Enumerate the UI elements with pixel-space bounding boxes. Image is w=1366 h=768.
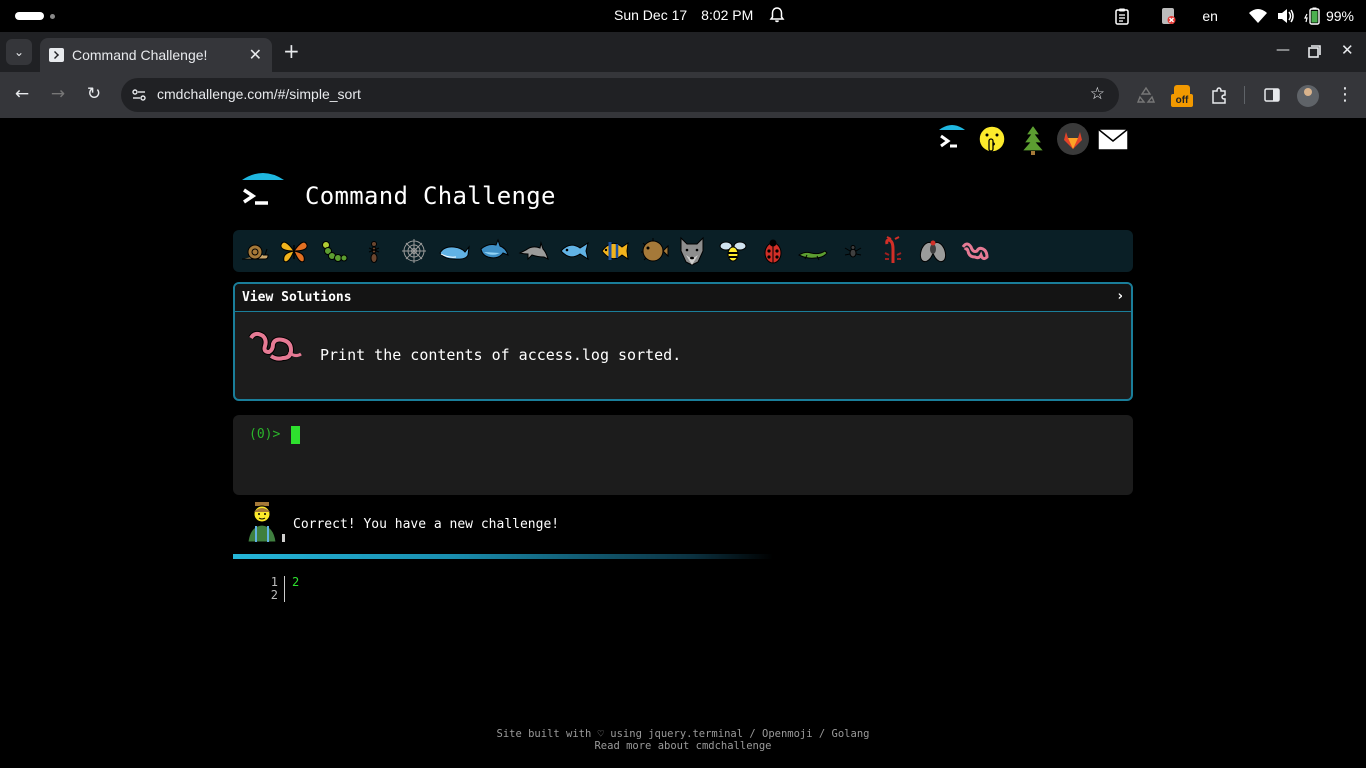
dolphin-icon[interactable]: [518, 235, 550, 267]
pufferfish-icon[interactable]: [638, 235, 670, 267]
tree-icon[interactable]: [1016, 122, 1050, 156]
site-settings-icon[interactable]: [131, 87, 147, 103]
ant-icon[interactable]: [358, 235, 390, 267]
battery-percent: 99%: [1325, 8, 1354, 24]
terminal-prompt: (0)>: [249, 427, 281, 442]
butterfly-icon[interactable]: [278, 235, 310, 267]
toolbar-divider: [1244, 86, 1245, 104]
tab-search-button[interactable]: ⌄: [6, 39, 32, 65]
envelope-icon[interactable]: [1096, 122, 1130, 156]
browser-menu-icon[interactable]: ⋮: [1336, 84, 1354, 105]
profile-avatar[interactable]: [1297, 85, 1319, 107]
footer-credits[interactable]: Site built with ♡ using jquery.terminal …: [0, 728, 1366, 740]
browser-toolbar: ← → ↻ cmdchallenge.com/#/simple_sort ☆: [0, 72, 1366, 118]
fish-icon[interactable]: [558, 235, 590, 267]
os-top-bar: Sun Dec 17 8:02 PM en 99%: [0, 0, 1366, 32]
wolf-icon[interactable]: [676, 235, 708, 267]
date-text: Sun Dec 17: [614, 7, 688, 23]
bookmark-star-icon[interactable]: ☆: [1090, 84, 1105, 104]
workspace-dot: [50, 14, 55, 19]
reload-icon[interactable]: ↻: [83, 84, 105, 104]
battery-charging-icon[interactable]: [1303, 6, 1324, 26]
terminal-favicon-icon: [49, 48, 64, 62]
screen-share-off-icon[interactable]: [1158, 6, 1178, 26]
challenge-icon-bar: [233, 230, 1133, 272]
bee-icon[interactable]: [717, 235, 749, 267]
maximize-icon[interactable]: [1308, 45, 1321, 58]
window-close-icon[interactable]: ✕: [1341, 41, 1354, 59]
url-text[interactable]: cmdchallenge.com/#/simple_sort: [157, 86, 361, 102]
keyboard-language[interactable]: en: [1202, 8, 1218, 24]
wifi-icon[interactable]: [1248, 6, 1268, 26]
worm-icon: [248, 330, 302, 362]
tab-title: Command Challenge!: [72, 47, 208, 63]
tab-active[interactable]: Command Challenge! ✕: [40, 38, 272, 72]
scorpion-icon[interactable]: [877, 235, 909, 267]
view-solutions-label: View Solutions: [242, 290, 352, 305]
snail-icon[interactable]: [239, 235, 271, 267]
cmdchallenge-logo-icon[interactable]: [240, 170, 286, 212]
notification-bell-icon[interactable]: [768, 6, 786, 24]
clock[interactable]: Sun Dec 17 8:02 PM: [614, 7, 767, 23]
spider-icon[interactable]: [837, 235, 869, 267]
shushing-face-icon[interactable]: [975, 122, 1009, 156]
terminal-input[interactable]: (0)>: [233, 415, 1133, 495]
chevron-down-icon: ⌄: [13, 45, 25, 59]
tab-close-icon[interactable]: ✕: [249, 45, 262, 64]
extensions-puzzle-icon[interactable]: [1209, 85, 1229, 105]
extension-badge: off: [1171, 94, 1193, 107]
line-separator: [284, 576, 285, 602]
feedback-message: Correct! You have a new challenge!: [293, 517, 560, 532]
new-tab-plus-icon[interactable]: +: [283, 41, 300, 61]
challenge-panel: View Solutions › Print the contents of a…: [233, 282, 1133, 401]
footer: Site built with ♡ using jquery.terminal …: [0, 728, 1366, 752]
recycle-extension-icon[interactable]: [1136, 85, 1156, 105]
output-line: 2: [292, 575, 300, 589]
line-numbers: 1 2: [262, 576, 278, 602]
browser-tabstrip: ⌄ Command Challenge! ✕ + — ✕: [0, 32, 1366, 72]
footer-read-more-link[interactable]: Read more about cmdchallenge: [0, 740, 1366, 752]
worm-icon[interactable]: [959, 235, 991, 267]
spider-web-icon[interactable]: [398, 235, 430, 267]
chevron-right-icon: ›: [1117, 289, 1123, 304]
deal-extension-icon[interactable]: off: [1171, 85, 1193, 107]
clipboard-icon[interactable]: [1112, 6, 1132, 26]
site-title: Command Challenge: [305, 182, 556, 210]
side-panel-icon[interactable]: [1262, 85, 1282, 105]
page-content: Command Challenge View Solutions › Print…: [0, 118, 1366, 768]
lizard-icon[interactable]: [797, 235, 829, 267]
tropical-fish-icon[interactable]: [598, 235, 630, 267]
forward-arrow-icon[interactable]: →: [47, 84, 69, 104]
whale-icon[interactable]: [438, 235, 470, 267]
shark-icon[interactable]: [478, 235, 510, 267]
caterpillar-icon[interactable]: [318, 235, 350, 267]
terminal-cursor: [291, 426, 300, 444]
address-bar[interactable]: cmdchallenge.com/#/simple_sort ☆: [121, 78, 1119, 112]
activities-indicator[interactable]: [15, 12, 44, 20]
minimize-icon[interactable]: —: [1276, 42, 1290, 58]
challenge-description: Print the contents of access.log sorted.: [320, 346, 682, 364]
line-number: 2: [270, 588, 278, 602]
fly-icon[interactable]: [917, 235, 949, 267]
terminal-icon[interactable]: [935, 122, 969, 156]
time-text: 8:02 PM: [701, 7, 754, 23]
gitlab-icon[interactable]: [1056, 122, 1090, 156]
view-solutions-toggle[interactable]: View Solutions ›: [235, 284, 1131, 312]
ladybug-icon[interactable]: [757, 235, 789, 267]
teacher-emoji-icon: [247, 502, 285, 543]
progress-bar: [233, 554, 773, 559]
volume-icon[interactable]: [1276, 6, 1296, 26]
back-arrow-icon[interactable]: ←: [11, 84, 33, 104]
